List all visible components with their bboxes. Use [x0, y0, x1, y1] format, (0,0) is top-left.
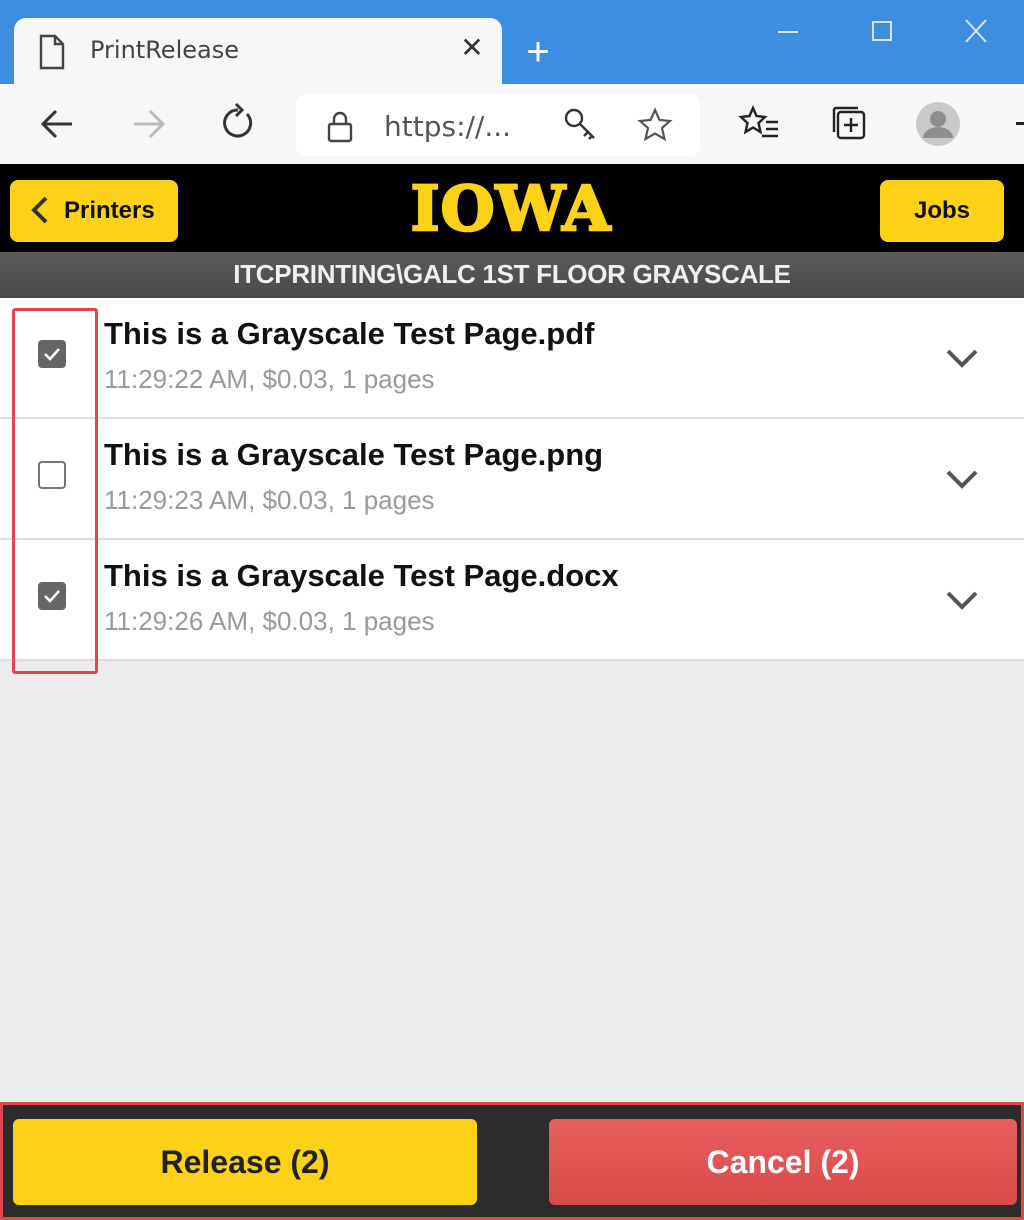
browser-titlebar: PrintRelease ✕ + — [0, 0, 1024, 86]
browser-toolbar: https://... — [0, 84, 1024, 164]
job-name: This is a Grayscale Test Page.docx — [104, 558, 619, 593]
job-details: 11:29:26 AM, $0.03, 1 pages — [104, 606, 435, 636]
job-row[interactable]: This is a Grayscale Test Page.png 11:29:… — [0, 419, 1024, 540]
close-window-icon[interactable] — [956, 14, 996, 50]
chevron-down-icon[interactable] — [942, 342, 982, 374]
printers-button-label: Printers — [64, 197, 155, 224]
maximize-icon[interactable] — [862, 14, 902, 50]
collections-icon[interactable] — [826, 100, 874, 148]
new-tab-icon[interactable]: + — [516, 30, 560, 74]
job-name: This is a Grayscale Test Page.pdf — [104, 316, 595, 351]
browser-tab[interactable]: PrintRelease ✕ — [14, 18, 502, 86]
cancel-button[interactable]: Cancel (2) — [549, 1119, 1017, 1205]
back-arrow-icon[interactable] — [34, 100, 82, 148]
job-row[interactable]: This is a Grayscale Test Page.pdf 11:29:… — [0, 298, 1024, 419]
chevron-down-icon[interactable] — [942, 463, 982, 495]
address-text: https://... — [384, 110, 512, 143]
profile-avatar-icon[interactable] — [914, 100, 962, 148]
tab-title: PrintRelease — [90, 36, 239, 64]
forward-arrow-icon[interactable] — [124, 100, 172, 148]
release-button[interactable]: Release (2) — [13, 1119, 477, 1205]
job-list: This is a Grayscale Test Page.pdf 11:29:… — [0, 298, 1024, 661]
favorite-star-icon[interactable] — [636, 106, 674, 144]
job-details: 11:29:22 AM, $0.03, 1 pages — [104, 364, 435, 394]
svg-text:IOWA: IOWA — [411, 178, 612, 240]
more-menu-icon[interactable] — [1010, 120, 1024, 128]
app-header: Printers IOWA Jobs — [0, 164, 1024, 252]
job-details: 11:29:23 AM, $0.03, 1 pages — [104, 485, 435, 515]
printers-back-button[interactable]: Printers — [10, 180, 178, 242]
job-name: This is a Grayscale Test Page.png — [104, 437, 604, 472]
close-tab-icon[interactable]: ✕ — [454, 30, 490, 66]
refresh-icon[interactable] — [214, 100, 262, 148]
action-footer: Release (2) Cancel (2) — [0, 1102, 1024, 1220]
iowa-logo: IOWA — [409, 178, 612, 240]
minimize-icon[interactable] — [768, 14, 808, 50]
jobs-button[interactable]: Jobs — [880, 180, 1004, 242]
document-icon — [39, 34, 65, 70]
chevron-left-icon — [31, 196, 48, 224]
chevron-down-icon[interactable] — [942, 584, 982, 616]
key-icon[interactable] — [562, 106, 600, 144]
lock-icon — [327, 111, 353, 143]
job-row[interactable]: This is a Grayscale Test Page.docx 11:29… — [0, 540, 1024, 661]
favorites-list-icon[interactable] — [736, 100, 784, 148]
printer-name: ITCPRINTING\GALC 1ST FLOOR GRAYSCALE — [0, 252, 1024, 298]
address-bar[interactable]: https://... — [296, 94, 700, 156]
checkbox-column-highlight — [12, 308, 98, 674]
